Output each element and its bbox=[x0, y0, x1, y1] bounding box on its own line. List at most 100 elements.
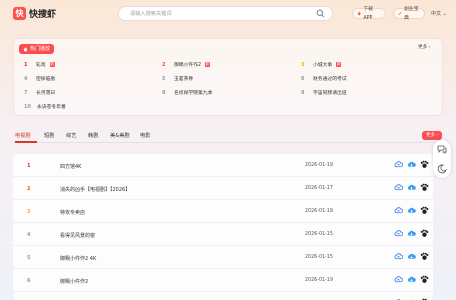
cloud-drive-icon[interactable] bbox=[407, 252, 416, 261]
hot-panel: 热门播放 更多 › 1 轧戏 新 2 御赐小仵作2 新 3 小城大事 新 4 密… bbox=[13, 38, 443, 116]
quark-pan-icon[interactable] bbox=[420, 275, 429, 284]
row-title[interactable]: 看得见风景的窗 bbox=[60, 232, 95, 239]
header: 快 快搜虾 下载 APP 副业宝典 中文 ⌄ bbox=[0, 0, 456, 30]
table-row[interactable]: 2 消失的凶手【电视剧】【2026】 2026-01-17 bbox=[13, 177, 433, 200]
dark-mode-icon[interactable] bbox=[437, 164, 447, 174]
language-selector[interactable]: 中文 ⌄ bbox=[431, 10, 447, 17]
search-icon[interactable] bbox=[316, 9, 325, 18]
row-date: 2026-01-19 bbox=[305, 209, 333, 214]
quark-pan-icon[interactable] bbox=[420, 160, 429, 169]
row-date: 2026-01-17 bbox=[305, 186, 333, 191]
hot-title-badge: 热门播放 bbox=[19, 44, 55, 54]
flame-icon bbox=[23, 46, 28, 52]
row-download-links bbox=[394, 275, 429, 284]
tab-korean-drama[interactable]: 韩剧 bbox=[88, 132, 98, 139]
hot-item[interactable]: 1 轧戏 新 bbox=[24, 61, 55, 68]
side-hustle-button[interactable]: 副业宝典 bbox=[393, 7, 425, 21]
pen-icon bbox=[398, 11, 402, 16]
hot-item-rank: 10 bbox=[24, 103, 31, 110]
new-badge-icon: 新 bbox=[49, 62, 55, 67]
row-title[interactable]: 御赐小仵作2 bbox=[60, 278, 88, 285]
hot-item[interactable]: 9 宇宙同频请出道 bbox=[301, 89, 347, 97]
row-title[interactable]: 四方馆4K bbox=[60, 163, 81, 170]
chat-icon[interactable] bbox=[437, 144, 447, 154]
table-row[interactable]: 1 四方馆4K 2026-01-19 bbox=[13, 154, 433, 177]
hot-item-title: 小城大事 bbox=[313, 63, 333, 68]
row-date: 2026-01-19 bbox=[305, 278, 333, 283]
search-input[interactable] bbox=[119, 7, 309, 20]
row-rank: 4 bbox=[27, 232, 31, 238]
logo[interactable]: 快 快搜虾 bbox=[13, 7, 56, 20]
hot-item[interactable]: 4 密探临凰 bbox=[24, 75, 56, 83]
quark-pan-icon[interactable] bbox=[420, 229, 429, 238]
download-app-button[interactable]: 下载 APP bbox=[352, 7, 386, 21]
new-badge-icon: 新 bbox=[205, 62, 211, 67]
side-hustle-label: 副业宝典 bbox=[404, 6, 419, 21]
row-title[interactable]: 御赐小仵作2 4K bbox=[60, 255, 96, 262]
quark-pan-icon[interactable] bbox=[420, 206, 429, 215]
hot-item[interactable]: 7 长河落日 bbox=[24, 89, 56, 97]
hot-item-rank: 5 bbox=[162, 75, 166, 82]
hot-item-title: 玉茗茶骨 bbox=[174, 77, 194, 82]
hot-item[interactable]: 6 财务通过的考试 bbox=[301, 75, 347, 83]
baidu-pan-icon[interactable] bbox=[394, 206, 403, 215]
hot-item-title: 永诀苍冬年番 bbox=[37, 105, 66, 110]
row-date: 2026-01-19 bbox=[305, 163, 333, 168]
quark-pan-icon[interactable] bbox=[420, 183, 429, 192]
hot-title: 热门播放 bbox=[30, 46, 51, 52]
hot-item[interactable]: 5 玉茗茶骨 bbox=[162, 75, 194, 83]
baidu-pan-icon[interactable] bbox=[394, 252, 403, 261]
table-row[interactable]: 4 看得见风景的窗 2026-01-15 bbox=[13, 223, 433, 246]
hot-item-rank: 8 bbox=[162, 89, 166, 96]
hot-item[interactable]: 2 御赐小仵作2 新 bbox=[162, 61, 211, 68]
baidu-pan-icon[interactable] bbox=[394, 160, 403, 169]
baidu-pan-icon[interactable] bbox=[394, 229, 403, 238]
logo-icon: 快 bbox=[13, 7, 26, 20]
hot-item-title: 名侦探学院第九季 bbox=[174, 91, 213, 96]
table-row[interactable]: 5 御赐小仵作2 4K 2026-01-15 bbox=[13, 246, 433, 269]
row-rank: 1 bbox=[27, 163, 31, 169]
hot-item-title: 财务通过的考试 bbox=[313, 77, 347, 82]
cloud-drive-icon[interactable] bbox=[407, 275, 416, 284]
cloud-drive-icon[interactable] bbox=[407, 206, 416, 215]
hot-item-title: 密探临凰 bbox=[36, 77, 56, 82]
table-row[interactable]: 3 特攻专卖店 2026-01-19 bbox=[13, 200, 433, 223]
hot-item-title: 御赐小仵作2 bbox=[174, 63, 202, 68]
floating-toolbar bbox=[433, 140, 451, 178]
row-download-links bbox=[394, 206, 429, 215]
row-download-links bbox=[394, 160, 429, 169]
quark-pan-icon[interactable] bbox=[420, 252, 429, 261]
hot-item-title: 轧戏 bbox=[36, 63, 46, 68]
table-row[interactable]: 6 御赐小仵作2 2026-01-19 bbox=[13, 269, 433, 292]
tab-variety[interactable]: 综艺 bbox=[66, 132, 76, 139]
row-rank: 6 bbox=[27, 278, 31, 284]
download-app-label: 下载 APP bbox=[363, 6, 373, 21]
hot-item[interactable]: 10 永诀苍冬年番 bbox=[24, 103, 66, 111]
row-rank: 2 bbox=[27, 186, 31, 192]
tab-movies[interactable]: 电影 bbox=[140, 132, 150, 139]
hot-item[interactable]: 3 小城大事 新 bbox=[301, 61, 342, 68]
cloud-drive-icon[interactable] bbox=[407, 183, 416, 192]
hot-item[interactable]: 8 名侦探学院第九季 bbox=[162, 89, 213, 97]
tabs-more-button[interactable]: 更多 › bbox=[422, 131, 442, 140]
hot-more-link[interactable]: 更多 › bbox=[418, 44, 431, 50]
tab-us-drama[interactable]: 美&美剧 bbox=[110, 132, 130, 139]
hot-item-rank: 6 bbox=[301, 75, 305, 82]
row-title[interactable]: 特攻专卖店 bbox=[60, 209, 85, 216]
baidu-pan-icon[interactable] bbox=[394, 183, 403, 192]
row-download-links bbox=[394, 252, 429, 261]
hot-item-title: 长河落日 bbox=[36, 91, 56, 96]
row-rank: 3 bbox=[27, 209, 31, 215]
cloud-drive-icon[interactable] bbox=[407, 229, 416, 238]
hot-item-rank: 1 bbox=[24, 61, 28, 68]
tab-tv-series[interactable]: 电视剧 bbox=[15, 132, 31, 139]
row-download-links bbox=[394, 183, 429, 192]
cloud-drive-icon[interactable] bbox=[407, 160, 416, 169]
baidu-pan-icon[interactable] bbox=[394, 275, 403, 284]
row-title[interactable]: 消失的凶手【电视剧】【2026】 bbox=[60, 186, 130, 193]
hot-item-rank: 7 bbox=[24, 89, 28, 96]
video-list: 1 四方馆4K 2026-01-19 2 消失的凶手【电视剧】【2026】 2026-01… bbox=[13, 154, 433, 300]
row-date: 2026-01-15 bbox=[305, 255, 333, 260]
tab-short-drama[interactable]: 短剧 bbox=[44, 132, 54, 139]
table-row[interactable]: 7玉茗茶骨4K【大结局】【2026】2026-01-14 bbox=[13, 292, 433, 300]
